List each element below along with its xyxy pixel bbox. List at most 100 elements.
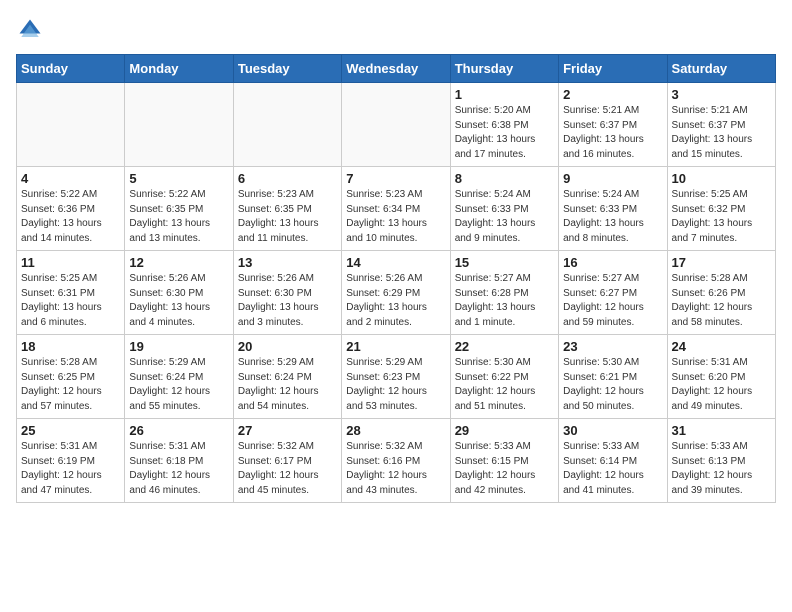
day-number: 7 — [346, 171, 445, 186]
calendar-day-cell: 20 Sunrise: 5:29 AM Sunset: 6:24 PM Dayli… — [233, 335, 341, 419]
calendar-day-cell: 18 Sunrise: 5:28 AM Sunset: 6:25 PM Dayli… — [17, 335, 125, 419]
day-number: 22 — [455, 339, 554, 354]
calendar-day-cell: 17Sunrise: 5:28 AM Sunset: 6:26 PM Dayli… — [667, 251, 775, 335]
day-info: Sunrise: 5:24 AM Sunset: 6:33 PM Dayligh… — [455, 188, 554, 246]
day-number: 3 — [672, 87, 771, 102]
day-info: Sunrise: 5:31 AM Sunset: 6:19 PM Dayligh… — [21, 440, 120, 498]
calendar-day-cell: 8 Sunrise: 5:24 AM Sunset: 6:33 PM Daylig… — [450, 167, 558, 251]
day-info: Sunrise: 5:28 AM Sunset: 6:25 PM Dayligh… — [21, 356, 120, 414]
calendar-week-row: 25 Sunrise: 5:31 AM Sunset: 6:19 PM Dayli… — [17, 419, 776, 503]
day-number: 24 — [672, 339, 771, 354]
day-info: Sunrise: 5:33 AM Sunset: 6:13 PM Dayligh… — [672, 440, 771, 498]
calendar-day-cell: 31 Sunrise: 5:33 AM Sunset: 6:13 PM Dayli… — [667, 419, 775, 503]
day-info: Sunrise: 5:31 AM Sunset: 6:20 PM Dayligh… — [672, 356, 771, 414]
col-header-wednesday: Wednesday — [342, 55, 450, 83]
day-info: Sunrise: 5:29 AM Sunset: 6:24 PM Dayligh… — [238, 356, 337, 414]
calendar-day-cell: 28 Sunrise: 5:32 AM Sunset: 6:16 PM Dayli… — [342, 419, 450, 503]
calendar-week-row: 18 Sunrise: 5:28 AM Sunset: 6:25 PM Dayli… — [17, 335, 776, 419]
calendar-day-cell: 24 Sunrise: 5:31 AM Sunset: 6:20 PM Dayli… — [667, 335, 775, 419]
day-info: Sunrise: 5:21 AM Sunset: 6:37 PM Dayligh… — [672, 104, 771, 162]
calendar-day-cell: 23 Sunrise: 5:30 AM Sunset: 6:21 PM Dayli… — [559, 335, 667, 419]
day-number: 1 — [455, 87, 554, 102]
calendar-day-cell: 15 Sunrise: 5:27 AM Sunset: 6:28 PM Dayli… — [450, 251, 558, 335]
calendar-week-row: 11 Sunrise: 5:25 AM Sunset: 6:31 PM Dayli… — [17, 251, 776, 335]
calendar-day-cell — [342, 83, 450, 167]
day-number: 23 — [563, 339, 662, 354]
calendar-day-cell: 26Sunrise: 5:31 AM Sunset: 6:18 PM Dayli… — [125, 419, 233, 503]
calendar-day-cell: 2 Sunrise: 5:21 AM Sunset: 6:37 PM Daylig… — [559, 83, 667, 167]
calendar-day-cell: 13 Sunrise: 5:26 AM Sunset: 6:30 PM Dayli… — [233, 251, 341, 335]
day-info: Sunrise: 5:31 AM Sunset: 6:18 PM Dayligh… — [129, 440, 228, 498]
day-number: 27 — [238, 423, 337, 438]
day-number: 15 — [455, 255, 554, 270]
day-info: Sunrise: 5:27 AM Sunset: 6:28 PM Dayligh… — [455, 272, 554, 330]
logo-icon — [16, 16, 44, 44]
col-header-sunday: Sunday — [17, 55, 125, 83]
day-info: Sunrise: 5:27 AM Sunset: 6:27 PM Dayligh… — [563, 272, 662, 330]
day-info: Sunrise: 5:26 AM Sunset: 6:30 PM Dayligh… — [129, 272, 228, 330]
calendar-week-row: 4 Sunrise: 5:22 AM Sunset: 6:36 PM Daylig… — [17, 167, 776, 251]
day-number: 6 — [238, 171, 337, 186]
day-info: Sunrise: 5:30 AM Sunset: 6:21 PM Dayligh… — [563, 356, 662, 414]
day-number: 28 — [346, 423, 445, 438]
calendar-day-cell — [125, 83, 233, 167]
day-number: 30 — [563, 423, 662, 438]
day-number: 14 — [346, 255, 445, 270]
calendar-day-cell: 10 Sunrise: 5:25 AM Sunset: 6:32 PM Dayli… — [667, 167, 775, 251]
day-info: Sunrise: 5:22 AM Sunset: 6:36 PM Dayligh… — [21, 188, 120, 246]
day-number: 31 — [672, 423, 771, 438]
day-number: 11 — [21, 255, 120, 270]
calendar-day-cell: 22 Sunrise: 5:30 AM Sunset: 6:22 PM Dayli… — [450, 335, 558, 419]
calendar-day-cell: 25 Sunrise: 5:31 AM Sunset: 6:19 PM Dayli… — [17, 419, 125, 503]
day-number: 25 — [21, 423, 120, 438]
day-number: 21 — [346, 339, 445, 354]
day-number: 29 — [455, 423, 554, 438]
day-info: Sunrise: 5:33 AM Sunset: 6:14 PM Dayligh… — [563, 440, 662, 498]
calendar-day-cell: 7 Sunrise: 5:23 AM Sunset: 6:34 PM Daylig… — [342, 167, 450, 251]
day-number: 8 — [455, 171, 554, 186]
day-number: 13 — [238, 255, 337, 270]
calendar-day-cell — [17, 83, 125, 167]
day-number: 2 — [563, 87, 662, 102]
calendar-day-cell: 6 Sunrise: 5:23 AM Sunset: 6:35 PM Daylig… — [233, 167, 341, 251]
day-number: 5 — [129, 171, 228, 186]
col-header-thursday: Thursday — [450, 55, 558, 83]
calendar-day-cell: 21 Sunrise: 5:29 AM Sunset: 6:23 PM Dayli… — [342, 335, 450, 419]
day-info: Sunrise: 5:25 AM Sunset: 6:32 PM Dayligh… — [672, 188, 771, 246]
page-header — [16, 16, 776, 44]
day-info: Sunrise: 5:28 AM Sunset: 6:26 PM Dayligh… — [672, 272, 771, 330]
day-info: Sunrise: 5:30 AM Sunset: 6:22 PM Dayligh… — [455, 356, 554, 414]
calendar-day-cell: 14 Sunrise: 5:26 AM Sunset: 6:29 PM Dayli… — [342, 251, 450, 335]
calendar-header-row: SundayMondayTuesdayWednesdayThursdayFrid… — [17, 55, 776, 83]
day-info: Sunrise: 5:32 AM Sunset: 6:16 PM Dayligh… — [346, 440, 445, 498]
calendar-week-row: 1 Sunrise: 5:20 AM Sunset: 6:38 PM Daylig… — [17, 83, 776, 167]
day-info: Sunrise: 5:23 AM Sunset: 6:35 PM Dayligh… — [238, 188, 337, 246]
day-number: 4 — [21, 171, 120, 186]
calendar-day-cell: 11 Sunrise: 5:25 AM Sunset: 6:31 PM Dayli… — [17, 251, 125, 335]
calendar-day-cell: 5Sunrise: 5:22 AM Sunset: 6:35 PM Daylig… — [125, 167, 233, 251]
day-info: Sunrise: 5:20 AM Sunset: 6:38 PM Dayligh… — [455, 104, 554, 162]
day-number: 18 — [21, 339, 120, 354]
day-info: Sunrise: 5:25 AM Sunset: 6:31 PM Dayligh… — [21, 272, 120, 330]
col-header-friday: Friday — [559, 55, 667, 83]
day-info: Sunrise: 5:26 AM Sunset: 6:29 PM Dayligh… — [346, 272, 445, 330]
day-info: Sunrise: 5:29 AM Sunset: 6:23 PM Dayligh… — [346, 356, 445, 414]
calendar-day-cell: 4 Sunrise: 5:22 AM Sunset: 6:36 PM Daylig… — [17, 167, 125, 251]
day-number: 12 — [129, 255, 228, 270]
calendar-day-cell: 16Sunrise: 5:27 AM Sunset: 6:27 PM Dayli… — [559, 251, 667, 335]
col-header-tuesday: Tuesday — [233, 55, 341, 83]
calendar-day-cell: 12 Sunrise: 5:26 AM Sunset: 6:30 PM Dayli… — [125, 251, 233, 335]
calendar-day-cell: 9Sunrise: 5:24 AM Sunset: 6:33 PM Daylig… — [559, 167, 667, 251]
calendar-day-cell: 30 Sunrise: 5:33 AM Sunset: 6:14 PM Dayli… — [559, 419, 667, 503]
day-number: 10 — [672, 171, 771, 186]
calendar-table: SundayMondayTuesdayWednesdayThursdayFrid… — [16, 54, 776, 503]
calendar-day-cell: 3 Sunrise: 5:21 AM Sunset: 6:37 PM Daylig… — [667, 83, 775, 167]
day-number: 20 — [238, 339, 337, 354]
day-info: Sunrise: 5:24 AM Sunset: 6:33 PM Dayligh… — [563, 188, 662, 246]
day-info: Sunrise: 5:26 AM Sunset: 6:30 PM Dayligh… — [238, 272, 337, 330]
day-info: Sunrise: 5:21 AM Sunset: 6:37 PM Dayligh… — [563, 104, 662, 162]
col-header-saturday: Saturday — [667, 55, 775, 83]
calendar-day-cell: 1 Sunrise: 5:20 AM Sunset: 6:38 PM Daylig… — [450, 83, 558, 167]
calendar-day-cell — [233, 83, 341, 167]
day-info: Sunrise: 5:23 AM Sunset: 6:34 PM Dayligh… — [346, 188, 445, 246]
